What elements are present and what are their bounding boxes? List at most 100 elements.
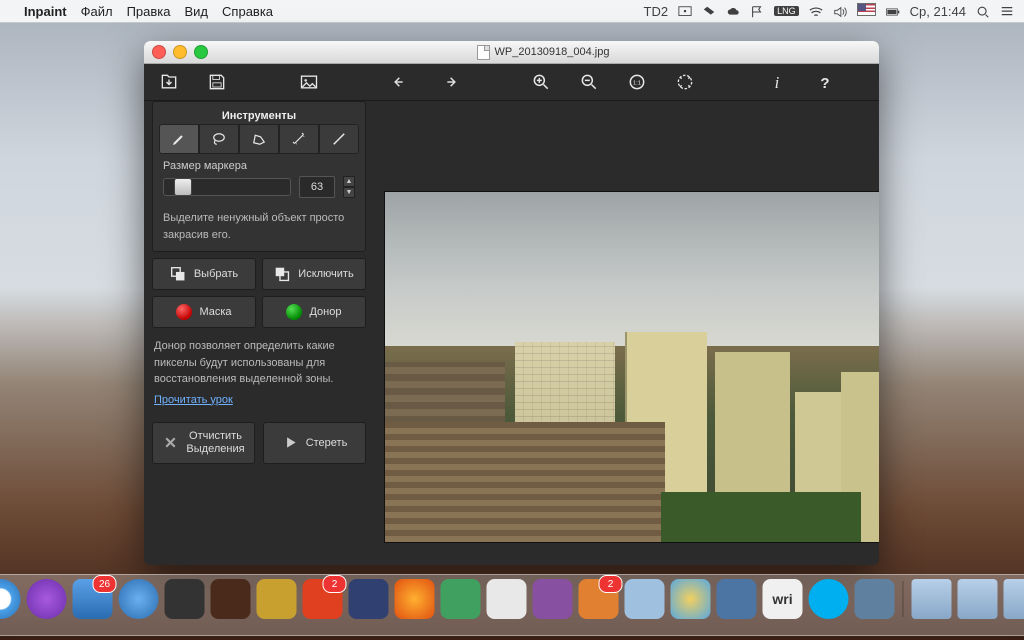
- undo-button[interactable]: [390, 71, 412, 93]
- marker-size-value[interactable]: 63: [299, 176, 335, 198]
- mask-button[interactable]: Маска: [152, 296, 256, 328]
- tray-input-flag[interactable]: [857, 3, 876, 19]
- donor-description: Донор позволяет определить какие пикселы…: [154, 338, 364, 388]
- document-icon: [477, 45, 490, 60]
- marker-size-slider[interactable]: [163, 178, 291, 196]
- select-button[interactable]: Выбрать: [152, 258, 256, 290]
- mask-donor-row: Маска Донор: [152, 296, 366, 328]
- dock-folder-a-icon[interactable]: [912, 579, 952, 619]
- toolbar: 1:1 i ?: [144, 64, 879, 101]
- window-zoom-button[interactable]: [194, 45, 208, 59]
- select-exclude-row: Выбрать Исключить: [152, 258, 366, 290]
- donor-button[interactable]: Донор: [262, 296, 366, 328]
- dock-folder1-icon[interactable]: [625, 579, 665, 619]
- tool-row: [159, 124, 359, 154]
- info-button[interactable]: i: [766, 71, 788, 93]
- dock-writer-icon[interactable]: wri: [763, 579, 803, 619]
- tray-clock[interactable]: Ср, 21:44: [910, 4, 966, 19]
- window-close-button[interactable]: [152, 45, 166, 59]
- dock-appstore-icon[interactable]: [119, 579, 159, 619]
- dock-photos-icon[interactable]: [671, 579, 711, 619]
- lasso-tool-button[interactable]: [199, 124, 239, 154]
- menu-view[interactable]: Вид: [185, 4, 209, 19]
- zoom-actual-button[interactable]: 1:1: [626, 71, 648, 93]
- wand-tool-button[interactable]: [279, 124, 319, 154]
- marker-hint-text: Выделите ненужный объект просто закрасив…: [163, 210, 355, 243]
- dock-itunes-icon[interactable]: [27, 579, 67, 619]
- dock-app3-icon[interactable]: [349, 579, 389, 619]
- image-preview[interactable]: [384, 191, 879, 543]
- line-tool-button[interactable]: [319, 124, 359, 154]
- menu-edit[interactable]: Правка: [127, 4, 171, 19]
- donor-label: Донор: [309, 306, 341, 318]
- tray-display-icon[interactable]: [678, 3, 692, 19]
- dock-app5-icon[interactable]: [533, 579, 573, 619]
- image-button[interactable]: [298, 71, 320, 93]
- open-file-button[interactable]: [158, 71, 180, 93]
- marker-size-label: Размер маркера: [163, 160, 355, 172]
- tray-volume-icon[interactable]: [833, 3, 847, 19]
- menu-file[interactable]: Файл: [81, 4, 113, 19]
- app-window: WP_20130918_004.jpg 1:1 i ? Инструменты: [144, 41, 879, 565]
- window-title: WP_20130918_004.jpg: [495, 46, 610, 58]
- redo-button[interactable]: [438, 71, 460, 93]
- help-button[interactable]: ?: [814, 71, 836, 93]
- polygon-tool-button[interactable]: [239, 124, 279, 154]
- select-label: Выбрать: [194, 268, 238, 280]
- dock-todoist-icon[interactable]: 2: [303, 579, 343, 619]
- dock-skype-icon[interactable]: [809, 579, 849, 619]
- dock-safari-icon[interactable]: [0, 579, 21, 619]
- menu-help[interactable]: Справка: [222, 4, 273, 19]
- zoom-fit-button[interactable]: [674, 71, 696, 93]
- svg-text:?: ?: [820, 75, 829, 92]
- dock-app2-icon[interactable]: [257, 579, 297, 619]
- tray-lang-icon[interactable]: LNG: [774, 6, 799, 16]
- dock-misc-icon[interactable]: [855, 579, 895, 619]
- mail-badge: 26: [93, 575, 117, 593]
- app-name[interactable]: Inpaint: [24, 4, 67, 19]
- svg-text:i: i: [775, 73, 780, 92]
- marker-size-stepper[interactable]: ▲▼: [343, 176, 355, 198]
- titlebar[interactable]: WP_20130918_004.jpg: [144, 41, 879, 64]
- tutorial-link[interactable]: Прочитать урок: [154, 394, 233, 406]
- dock-app4-icon[interactable]: [487, 579, 527, 619]
- bottom-buttons: ОтчиститьВыделения Стереть: [152, 422, 366, 464]
- books-badge: 2: [599, 575, 623, 593]
- clear-selection-button[interactable]: ОтчиститьВыделения: [152, 422, 255, 464]
- dock-separator: [903, 581, 904, 617]
- dock: 26 2 2 wri: [0, 574, 1024, 636]
- dock-vk-icon[interactable]: [717, 579, 757, 619]
- canvas-area[interactable]: [374, 101, 879, 565]
- save-button[interactable]: [206, 71, 228, 93]
- tray-spotlight-icon[interactable]: [976, 3, 990, 19]
- erase-button[interactable]: Стереть: [263, 422, 366, 464]
- dock-books-icon[interactable]: 2: [579, 579, 619, 619]
- svg-text:1:1: 1:1: [633, 81, 641, 87]
- dock-flame-icon[interactable]: [395, 579, 435, 619]
- zoom-in-button[interactable]: [530, 71, 552, 93]
- dock-folder-c-icon[interactable]: [1004, 579, 1024, 619]
- dock-calculator-icon[interactable]: [165, 579, 205, 619]
- exclude-button[interactable]: Исключить: [262, 258, 366, 290]
- dock-folder-b-icon[interactable]: [958, 579, 998, 619]
- dock-evernote-icon[interactable]: [441, 579, 481, 619]
- tray-td-icon[interactable]: TD2: [644, 4, 669, 19]
- window-minimize-button[interactable]: [173, 45, 187, 59]
- dock-mail-icon[interactable]: 26: [73, 579, 113, 619]
- marker-tool-button[interactable]: [159, 124, 199, 154]
- tray-flag-icon[interactable]: [750, 3, 764, 19]
- todoist-badge: 2: [323, 575, 347, 593]
- tray-dropbox-icon[interactable]: [702, 3, 716, 19]
- tools-title: Инструменты: [163, 110, 355, 122]
- zoom-out-button[interactable]: [578, 71, 600, 93]
- donor-color-icon: [286, 304, 302, 320]
- mask-color-icon: [176, 304, 192, 320]
- dock-app1-icon[interactable]: [211, 579, 251, 619]
- tray-wifi-icon[interactable]: [809, 3, 823, 19]
- tray-notifications-icon[interactable]: [1000, 3, 1014, 19]
- sidebar: Инструменты Размер маркера 63 ▲▼ Выделит…: [144, 101, 374, 565]
- tray-cloud-icon[interactable]: [726, 3, 740, 19]
- donor-description-block: Донор позволяет определить какие пикселы…: [152, 334, 366, 410]
- macos-menubar: Inpaint Файл Правка Вид Справка TD2 LNG …: [0, 0, 1024, 23]
- tray-battery-icon[interactable]: [886, 3, 900, 19]
